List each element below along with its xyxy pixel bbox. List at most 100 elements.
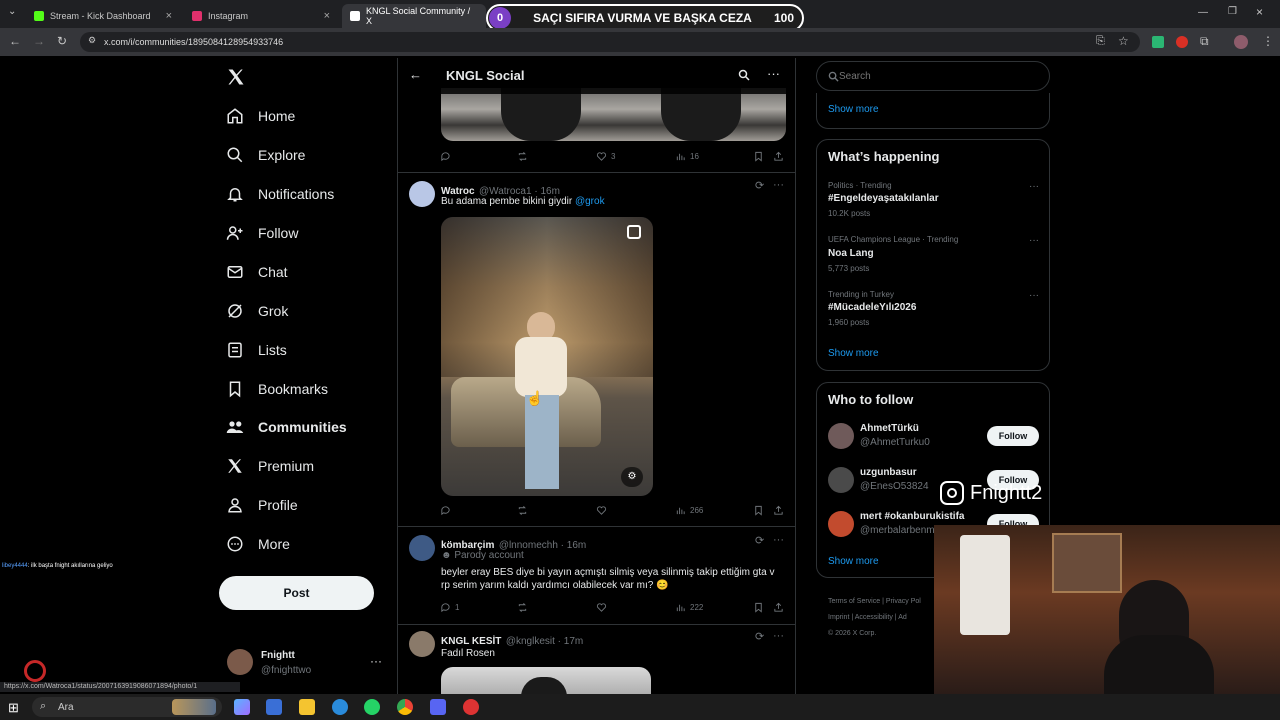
cast-icon[interactable]: ⎘	[1096, 35, 1105, 48]
tab-list-icon[interactable]: ⌄	[8, 6, 16, 17]
trend-more-icon[interactable]: ···	[1029, 290, 1039, 301]
repost-button[interactable]	[517, 151, 532, 162]
trend-more-icon[interactable]: ···	[1029, 181, 1039, 192]
post-author-handle[interactable]: @knglkesit · 17m	[506, 636, 583, 647]
post-photo[interactable]	[441, 667, 651, 694]
menu-icon[interactable]: ⋮	[1262, 34, 1274, 48]
reply-button[interactable]	[440, 505, 455, 516]
nav-explore[interactable]: Explore	[226, 139, 305, 171]
show-more-link[interactable]: Show more	[828, 556, 879, 567]
site-info-icon[interactable]: ⚙	[88, 35, 96, 46]
avatar[interactable]	[409, 631, 435, 657]
edge-icon[interactable]	[332, 699, 348, 715]
back-icon[interactable]: ←	[9, 34, 21, 48]
close-icon[interactable]: ×	[166, 10, 172, 22]
reply-button[interactable]: 1	[440, 602, 459, 613]
nav-follow[interactable]: Follow	[226, 217, 298, 249]
minimize-icon[interactable]: —	[1198, 7, 1208, 18]
follow-button[interactable]: Follow	[987, 426, 1039, 446]
footer-privacy[interactable]: Privacy Pol	[886, 598, 921, 605]
edit-image-icon[interactable]: ⚙	[621, 467, 643, 487]
address-bar[interactable]: x.com/i/communities/1895084128954933746	[80, 32, 1140, 52]
back-arrow-icon[interactable]: ←	[409, 67, 422, 82]
trend-name[interactable]: #MücadeleYılı2026	[828, 302, 916, 313]
tab-instagram[interactable]: Instagram ×	[184, 4, 338, 28]
account-menu-icon[interactable]: ···	[370, 654, 382, 668]
like-button[interactable]: 3	[596, 151, 615, 162]
forward-icon[interactable]: →	[33, 34, 45, 48]
suggestion-name[interactable]: uzgunbasur	[860, 467, 917, 478]
repost-button[interactable]	[517, 602, 532, 613]
search-box[interactable]	[816, 61, 1050, 91]
x-logo-icon[interactable]	[226, 67, 246, 87]
suggestion-name[interactable]: mert #okanburukistifa	[860, 511, 964, 522]
avatar[interactable]	[828, 423, 854, 449]
nav-grok[interactable]: Grok	[226, 295, 288, 327]
post-more-icon[interactable]: ···	[773, 630, 784, 642]
avatar[interactable]	[409, 181, 435, 207]
store-icon[interactable]	[266, 699, 282, 715]
profile-avatar-icon[interactable]	[1234, 35, 1248, 49]
trend-more-icon[interactable]: ···	[1029, 235, 1039, 246]
post-more-icon[interactable]: ···	[773, 534, 784, 546]
tab-x-community[interactable]: KNGL Social Community / X	[342, 4, 486, 28]
trend-name[interactable]: Noa Lang	[828, 248, 874, 259]
nav-profile[interactable]: Profile	[226, 489, 298, 521]
obs-icon[interactable]	[463, 699, 479, 715]
extension-icon[interactable]	[1176, 36, 1188, 48]
more-options-icon[interactable]: ···	[767, 66, 780, 81]
tab-kick[interactable]: Stream - Kick Dashboard ×	[26, 4, 180, 28]
extensions-puzzle-icon[interactable]: ⧉	[1200, 34, 1209, 49]
reload-icon[interactable]: ↻	[57, 34, 67, 48]
show-more-link[interactable]: Show more	[828, 348, 879, 359]
grok-icon[interactable]: ⟳	[755, 179, 764, 192]
whatsapp-icon[interactable]	[364, 699, 380, 715]
post-button[interactable]: Post	[219, 576, 374, 610]
close-icon[interactable]: ×	[324, 10, 330, 22]
post-author-name[interactable]: KNGL KESİT	[441, 636, 501, 647]
bookmark-button[interactable]	[753, 505, 768, 516]
nav-more[interactable]: More	[226, 528, 290, 560]
avatar[interactable]	[409, 535, 435, 561]
footer-imprint[interactable]: Imprint	[828, 614, 849, 621]
search-icon[interactable]	[738, 69, 750, 81]
footer-ad[interactable]: Ad	[898, 614, 907, 621]
taskbar-search[interactable]: ⌕ Ara	[32, 697, 222, 717]
extension-icon[interactable]	[1152, 36, 1164, 48]
nav-communities[interactable]: Communities	[226, 411, 347, 443]
avatar[interactable]	[227, 649, 253, 675]
reply-button[interactable]	[440, 151, 455, 162]
nav-chat[interactable]: Chat	[226, 256, 288, 288]
suggestion-name[interactable]: AhmetTürkü	[860, 423, 919, 434]
bookmark-button[interactable]	[753, 602, 768, 613]
nav-premium[interactable]: Premium	[226, 450, 314, 482]
nav-notifications[interactable]: Notifications	[226, 178, 334, 210]
chrome-icon[interactable]	[397, 699, 413, 715]
bookmark-button[interactable]	[753, 151, 768, 162]
discord-icon[interactable]	[430, 699, 446, 715]
views-button[interactable]: 266	[675, 505, 703, 516]
avatar[interactable]	[828, 511, 854, 537]
trend-name[interactable]: #Engeldeyaşatakılanlar	[828, 193, 939, 204]
share-button[interactable]	[773, 505, 788, 516]
nav-bookmarks[interactable]: Bookmarks	[226, 373, 328, 405]
like-button[interactable]	[596, 505, 611, 516]
show-more-link[interactable]: Show more	[828, 104, 879, 115]
avatar[interactable]	[828, 467, 854, 493]
search-input[interactable]	[839, 68, 1039, 84]
grok-icon[interactable]: ⟳	[755, 630, 764, 643]
post-more-icon[interactable]: ···	[773, 179, 784, 191]
post-photo[interactable]: ⚙	[441, 217, 653, 496]
views-button[interactable]: 222	[675, 602, 703, 613]
windows-start-icon[interactable]: ⊞	[8, 700, 19, 716]
star-icon[interactable]: ☆	[1118, 34, 1129, 48]
close-window-icon[interactable]: ×	[1256, 5, 1263, 19]
footer-accessibility[interactable]: Accessibility	[855, 614, 893, 621]
copilot-icon[interactable]	[234, 699, 250, 715]
share-button[interactable]	[773, 602, 788, 613]
like-button[interactable]	[596, 602, 611, 613]
repost-button[interactable]	[517, 505, 532, 516]
nav-lists[interactable]: Lists	[226, 334, 287, 366]
post-mention[interactable]: @grok	[575, 196, 605, 207]
footer-terms[interactable]: Terms of Service	[828, 598, 880, 605]
